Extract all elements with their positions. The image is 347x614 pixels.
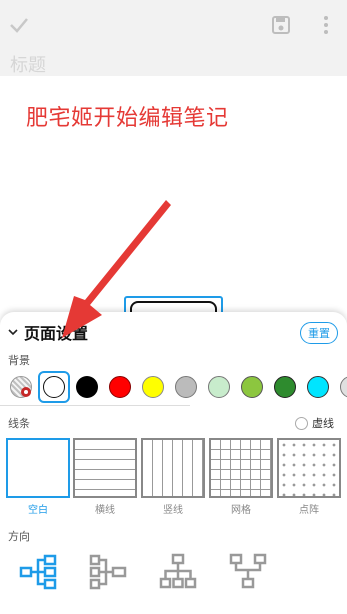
swatch-white[interactable]	[43, 376, 65, 398]
pattern-grid[interactable]	[209, 438, 273, 498]
title-placeholder: 标题	[10, 55, 46, 76]
swatch-black[interactable]	[76, 376, 98, 398]
pattern-horizontal-lines[interactable]	[73, 438, 137, 498]
pattern-label-vertical: 竖线	[163, 505, 183, 516]
title-field[interactable]: 标题	[0, 50, 347, 76]
swatch-green[interactable]	[274, 376, 296, 398]
divider	[0, 405, 190, 406]
dashed-label: 虚线	[312, 417, 334, 430]
swatch-light-gray[interactable]	[340, 376, 347, 398]
direction-label: 方向	[8, 530, 30, 543]
pattern-label-blank: 空白	[28, 505, 48, 516]
sheet-header[interactable]: 页面设置	[8, 320, 88, 344]
color-picker-icon	[21, 387, 31, 397]
org-chart-down-icon[interactable]	[158, 552, 198, 592]
swatch-gray[interactable]	[175, 376, 197, 398]
org-chart-tree-icon[interactable]	[228, 552, 268, 592]
swatch-custom[interactable]	[10, 376, 32, 398]
background-label: 背景	[8, 354, 30, 367]
swatch-lime[interactable]	[241, 376, 263, 398]
dashed-option[interactable]: 虚线	[295, 415, 334, 431]
save-icon[interactable]	[268, 12, 294, 38]
page-settings-sheet: 页面设置 重置 背景 线条 虚线 空白 横线 竖线 网格 点阵 方向	[0, 312, 347, 614]
swatch-cyan[interactable]	[307, 376, 329, 398]
top-toolbar	[0, 0, 347, 50]
mindmap-right-icon[interactable]	[18, 552, 58, 592]
pattern-vertical-lines[interactable]	[141, 438, 205, 498]
lines-label: 线条	[8, 417, 30, 430]
mindmap-tree-icon[interactable]	[88, 552, 128, 592]
sheet-title: 页面设置	[24, 324, 89, 343]
reset-button[interactable]: 重置	[300, 322, 338, 344]
pattern-dots[interactable]	[277, 438, 341, 498]
swatch-yellow[interactable]	[142, 376, 164, 398]
swatch-light-green[interactable]	[208, 376, 230, 398]
annotation-text: 肥宅姬开始编辑笔记	[26, 106, 229, 131]
pattern-label-grid: 网格	[231, 505, 251, 516]
background-swatches	[6, 371, 347, 403]
pattern-label-dots: 点阵	[299, 505, 319, 516]
note-canvas[interactable]: 肥宅姬开始编辑笔记	[0, 76, 347, 340]
dashed-radio[interactable]	[295, 416, 308, 430]
pattern-label-horizontal: 横线	[95, 505, 115, 516]
swatch-red[interactable]	[109, 376, 131, 398]
more-vertical-icon[interactable]	[313, 12, 339, 38]
pattern-blank[interactable]	[6, 438, 70, 498]
check-icon[interactable]	[6, 12, 32, 38]
chevron-down-icon[interactable]	[8, 327, 18, 337]
